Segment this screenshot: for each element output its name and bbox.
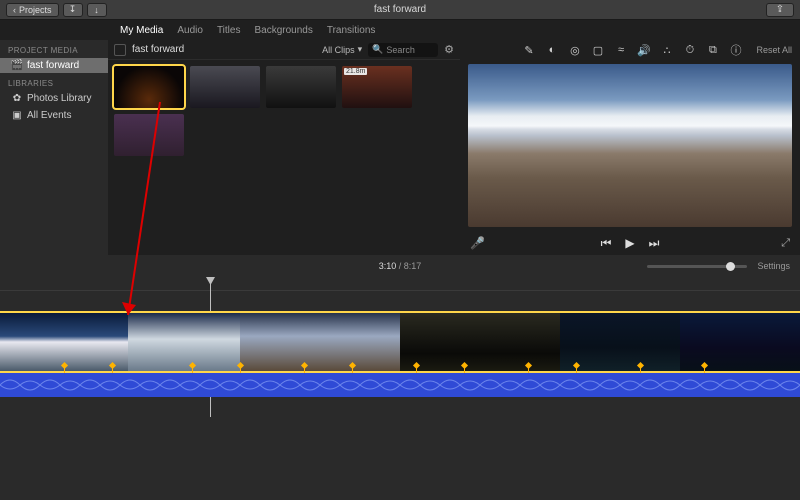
list-toggle-button[interactable]: [114, 44, 126, 56]
projects-label: Projects: [19, 5, 52, 15]
media-clip[interactable]: [190, 66, 260, 108]
timeline-ruler[interactable]: [0, 277, 800, 291]
media-clip[interactable]: [114, 66, 184, 108]
next-button[interactable]: ⏭: [649, 236, 660, 251]
audio-track[interactable]: [0, 373, 800, 397]
clip-duration-badge: 21.8m: [344, 68, 367, 75]
timeline[interactable]: [0, 277, 800, 417]
browser-settings-button[interactable]: ⚙: [444, 43, 454, 56]
section-libraries: LIBRARIES: [8, 79, 108, 88]
download-button[interactable]: ↓: [87, 3, 107, 17]
tab-backgrounds[interactable]: Backgrounds: [254, 23, 312, 38]
volume-icon[interactable]: 🔊: [637, 44, 650, 57]
import-button[interactable]: ↧: [63, 3, 83, 17]
tab-titles[interactable]: Titles: [217, 23, 241, 38]
tab-audio[interactable]: Audio: [177, 23, 203, 38]
chevron-down-icon: ▾: [358, 44, 363, 55]
sidebar-item-all-events[interactable]: ▣ All Events: [8, 108, 108, 123]
mic-icon: 🎤: [470, 236, 485, 250]
project-title: fast forward: [374, 4, 426, 15]
search-input[interactable]: 🔍 Search: [368, 43, 438, 57]
audio-waveform: [0, 373, 800, 397]
play-button[interactable]: ▶: [625, 236, 634, 251]
reset-all-button[interactable]: Reset All: [756, 45, 792, 55]
voiceover-button[interactable]: 🎤: [470, 236, 485, 250]
preview-viewer: ✎ ◐ ◎ ▢ ≈ 🔊 ∴ ⏱ ⧉ ⓘ Reset All 🎤 ⏮ ▶ ⏭ ⤢: [460, 40, 800, 255]
import-icon: ↧: [69, 4, 77, 15]
zoom-knob[interactable]: [726, 262, 735, 271]
timeline-clip[interactable]: [400, 311, 560, 373]
timeline-clip[interactable]: [240, 311, 400, 373]
timeline-clip[interactable]: [128, 311, 240, 373]
crop-icon[interactable]: ▢: [591, 44, 604, 57]
media-sidebar: PROJECT MEDIA 🎬 fast forward LIBRARIES ✿…: [0, 40, 108, 255]
clapper-icon: 🎬: [12, 61, 22, 71]
timeline-zoom-slider[interactable]: [647, 265, 747, 268]
media-browser: fast forward All Clips ▾ 🔍 Search ⚙ 21.8…: [108, 40, 460, 255]
sidebar-item-photos[interactable]: ✿ Photos Library: [8, 91, 108, 106]
color-balance-icon[interactable]: ◐: [545, 44, 558, 57]
timeline-settings-button[interactable]: Settings: [757, 261, 790, 271]
media-clip[interactable]: 21.8m: [342, 66, 412, 108]
browser-crumb: fast forward: [132, 44, 184, 55]
tab-transitions[interactable]: Transitions: [327, 23, 376, 38]
wand-icon[interactable]: ✎: [522, 44, 535, 57]
sidebar-item-project[interactable]: 🎬 fast forward: [0, 58, 108, 73]
media-clip[interactable]: [266, 66, 336, 108]
color-correction-icon[interactable]: ◎: [568, 44, 581, 57]
preview-canvas[interactable]: [468, 64, 792, 227]
clip-filter-icon[interactable]: ⧉: [706, 44, 719, 57]
info-icon[interactable]: ⓘ: [729, 44, 742, 57]
clips-filter-dropdown[interactable]: All Clips ▾: [322, 44, 362, 55]
photos-icon: ✿: [12, 94, 22, 104]
section-project-media: PROJECT MEDIA: [8, 46, 108, 55]
sidebar-project-name: fast forward: [27, 60, 79, 71]
stabilize-icon[interactable]: ≈: [614, 44, 627, 57]
download-icon: ↓: [94, 5, 99, 15]
gear-icon: ⚙: [444, 44, 454, 56]
star-icon: ▣: [12, 111, 22, 121]
share-button[interactable]: ⇪: [766, 3, 794, 17]
fullscreen-button[interactable]: ⤢: [781, 237, 790, 250]
projects-back-button[interactable]: ‹ Projects: [6, 3, 59, 17]
timeline-clip[interactable]: [680, 311, 800, 373]
share-icon: ⇪: [776, 4, 784, 15]
search-icon: 🔍: [372, 44, 383, 55]
search-placeholder: Search: [386, 45, 415, 55]
chevron-left-icon: ‹: [13, 5, 16, 15]
media-clip[interactable]: [114, 114, 184, 156]
tab-my-media[interactable]: My Media: [120, 23, 163, 38]
sidebar-photos-label: Photos Library: [27, 93, 91, 104]
clips-filter-label: All Clips: [322, 45, 355, 55]
noise-reduce-icon[interactable]: ∴: [660, 44, 673, 57]
current-time: 3:10: [379, 261, 397, 271]
prev-button[interactable]: ⏮: [601, 236, 612, 251]
sidebar-all-events-label: All Events: [27, 110, 71, 121]
timecode-display: 3:10 / 8:17: [379, 261, 422, 271]
video-track[interactable]: [0, 311, 800, 373]
total-time: 8:17: [404, 261, 422, 271]
speed-icon[interactable]: ⏱: [683, 44, 696, 57]
